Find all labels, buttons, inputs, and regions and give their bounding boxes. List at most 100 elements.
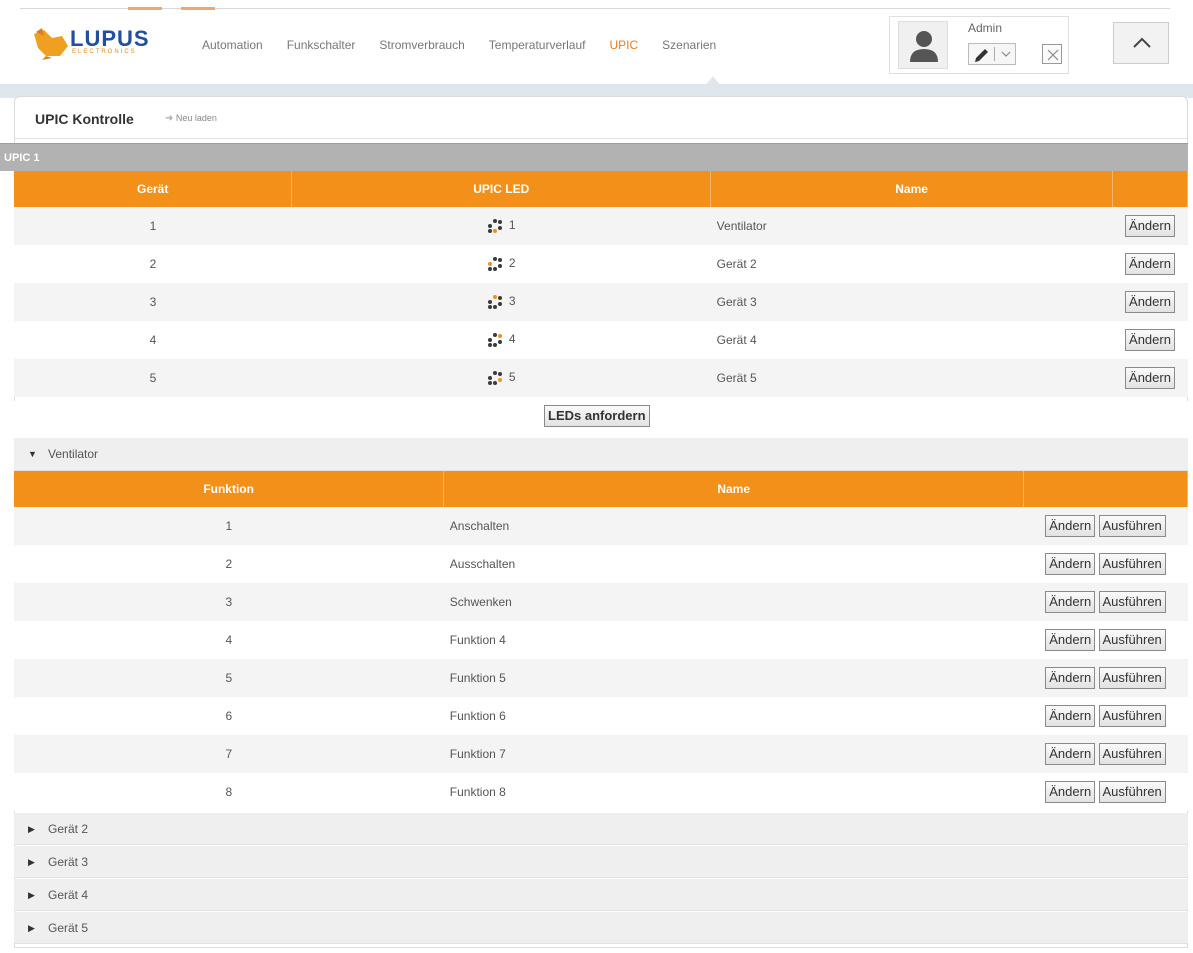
function-name: Funktion 6 — [443, 697, 1024, 735]
function-id: 7 — [14, 735, 444, 773]
led-number: 1 — [508, 218, 516, 233]
page-title: UPIC Kontrolle — [35, 111, 134, 127]
table-row: 7 Funktion 7 Ändern Ausführen — [14, 735, 1188, 773]
device-name: Ventilator — [710, 207, 1113, 245]
col-funktion: Funktion — [14, 471, 445, 507]
change-button[interactable]: Ändern — [1045, 553, 1096, 575]
execute-button[interactable]: Ausführen — [1098, 629, 1166, 651]
function-actions: Ändern Ausführen — [1023, 621, 1188, 659]
device-id: 3 — [14, 283, 292, 321]
table-row: 5 Funktion 5 Ändern Ausführen — [14, 659, 1188, 697]
nav-stromverbrauch[interactable]: Stromverbrauch — [379, 38, 464, 52]
change-button[interactable]: Ändern — [1045, 781, 1096, 803]
col-name: Name — [443, 471, 1025, 507]
device-actions: Ändern — [1112, 245, 1188, 283]
user-avatar-icon[interactable] — [898, 21, 948, 69]
table-row: 4 4 Gerät 4 Ändern — [14, 321, 1188, 359]
device-actions: Ändern — [1112, 321, 1188, 359]
user-name: Admin — [968, 21, 1003, 35]
execute-button[interactable]: Ausführen — [1098, 591, 1166, 613]
nav-temperaturverlauf[interactable]: Temperaturverlauf — [489, 38, 586, 52]
nav-funkschalter[interactable]: Funkschalter — [287, 38, 356, 52]
device-actions: Ändern — [1112, 359, 1188, 397]
execute-button[interactable]: Ausführen — [1098, 515, 1166, 537]
led-icon — [487, 370, 503, 386]
user-edit-dropdown[interactable] — [968, 43, 1016, 65]
led-number: 5 — [508, 370, 516, 385]
nav-automation[interactable]: Automation — [202, 38, 263, 52]
triangle-right-icon: ▶ — [28, 923, 35, 933]
device-name: Gerät 3 — [710, 283, 1113, 321]
reload-label: Neu laden — [175, 113, 217, 123]
device-led: 4 — [291, 321, 711, 359]
expander-ventilator[interactable]: ▼ Ventilator — [14, 438, 1188, 471]
change-button[interactable]: Ändern — [1125, 329, 1175, 351]
table-row: 4 Funktion 4 Ändern Ausführen — [14, 621, 1188, 659]
expander-label: Gerät 3 — [48, 855, 89, 869]
col-actions — [1112, 171, 1188, 207]
function-name: Funktion 7 — [443, 735, 1024, 773]
table-row: 6 Funktion 6 Ändern Ausführen — [14, 697, 1188, 735]
col-geraet: Gerät — [14, 171, 293, 207]
function-name: Funktion 5 — [443, 659, 1024, 697]
logo-subtext: ELECTRONICS — [72, 49, 137, 55]
chevron-down-icon — [1001, 51, 1011, 57]
change-button[interactable]: Ändern — [1125, 215, 1175, 237]
device-led: 2 — [291, 245, 711, 283]
execute-button[interactable]: Ausführen — [1098, 553, 1166, 575]
collapse-header-button[interactable] — [1113, 22, 1169, 64]
led-number: 2 — [508, 256, 516, 271]
change-button[interactable]: Ändern — [1045, 667, 1096, 689]
change-button[interactable]: Ändern — [1125, 291, 1175, 313]
triangle-right-icon: ▶ — [28, 857, 35, 867]
devices-table: Gerät UPIC LED Name 1 1 Ventilator Änder… — [14, 171, 1188, 397]
nav-upic[interactable]: UPIC — [610, 38, 639, 52]
expander-label: Gerät 4 — [48, 888, 89, 902]
function-id: 4 — [14, 621, 444, 659]
arrow-right-icon: ➜ — [165, 113, 174, 124]
reload-link[interactable]: ➜ Neu laden — [165, 113, 217, 124]
change-button[interactable]: Ändern — [1045, 515, 1096, 537]
device-id: 4 — [14, 321, 292, 359]
top-header: LUPUS ELECTRONICS Automation Funkschalte… — [0, 0, 1193, 90]
device-actions: Ändern — [1112, 283, 1188, 321]
change-button[interactable]: Ändern — [1045, 629, 1096, 651]
nav-szenarien[interactable]: Szenarien — [662, 38, 716, 52]
function-actions: Ändern Ausführen — [1023, 583, 1188, 621]
device-led: 1 — [291, 207, 711, 245]
expander-geraet-4[interactable]: ▶ Gerät 4 — [14, 879, 1188, 911]
header-accent-mark — [128, 7, 162, 10]
request-leds-button[interactable]: LEDs anfordern — [544, 405, 650, 427]
devices-header-row: Gerät UPIC LED Name — [14, 171, 1188, 207]
lupus-logo[interactable]: LUPUS ELECTRONICS — [32, 26, 170, 66]
expander-geraet-3[interactable]: ▶ Gerät 3 — [14, 846, 1188, 878]
function-actions: Ändern Ausführen — [1023, 773, 1188, 811]
panel-header: UPIC Kontrolle ➜ Neu laden — [15, 97, 1187, 139]
function-id: 2 — [14, 545, 444, 583]
change-button[interactable]: Ändern — [1125, 367, 1175, 389]
change-button[interactable]: Ändern — [1125, 253, 1175, 275]
led-request-row: LEDs anfordern — [14, 401, 1188, 438]
execute-button[interactable]: Ausführen — [1098, 743, 1166, 765]
device-name: Gerät 2 — [710, 245, 1113, 283]
function-actions: Ändern Ausführen — [1023, 735, 1188, 773]
device-actions: Ändern — [1112, 207, 1188, 245]
col-actions — [1023, 471, 1188, 507]
execute-button[interactable]: Ausführen — [1098, 667, 1166, 689]
function-actions: Ändern Ausführen — [1023, 697, 1188, 735]
change-button[interactable]: Ändern — [1045, 591, 1096, 613]
functions-table: Funktion Name 1 Anschalten Ändern Ausfüh… — [14, 471, 1188, 811]
change-button[interactable]: Ändern — [1045, 743, 1096, 765]
change-button[interactable]: Ändern — [1045, 705, 1096, 727]
col-upic-led: UPIC LED — [291, 171, 712, 207]
execute-button[interactable]: Ausführen — [1098, 781, 1166, 803]
header-accent-mark — [181, 7, 215, 10]
expander-geraet-2[interactable]: ▶ Gerät 2 — [14, 813, 1188, 845]
expander-geraet-5[interactable]: ▶ Gerät 5 — [14, 912, 1188, 944]
function-id: 5 — [14, 659, 444, 697]
logout-close-button[interactable] — [1042, 44, 1062, 64]
execute-button[interactable]: Ausführen — [1098, 705, 1166, 727]
table-row: 2 2 Gerät 2 Ändern — [14, 245, 1188, 283]
user-box: Admin — [889, 16, 1069, 74]
nav-active-pointer — [705, 76, 721, 86]
